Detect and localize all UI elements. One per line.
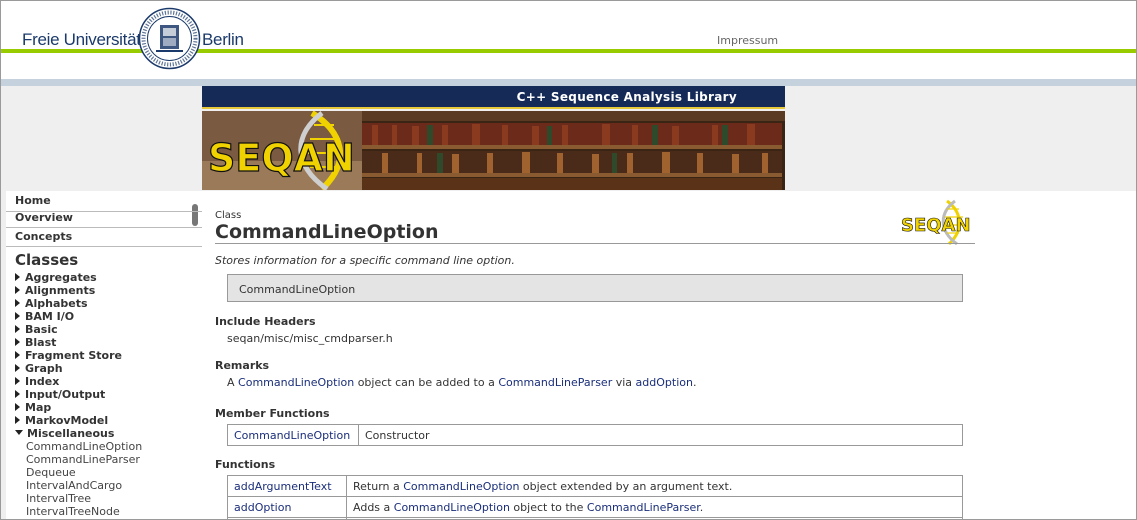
university-seal-icon[interactable] — [138, 7, 201, 70]
member-function-link[interactable]: CommandLineOption — [234, 429, 350, 442]
seqan-logo-text: SEQAN — [208, 136, 355, 180]
expand-triangle-icon — [15, 364, 20, 372]
function-desc-cell: Adds a CommandLineOption object to the C… — [346, 496, 963, 518]
function-name-cell: addOption — [227, 496, 347, 518]
browser-frame: Freie Universität Berlin Impressum C++ S… — [0, 0, 1137, 520]
page-kind-label: Class — [215, 210, 242, 221]
seqan-small-logo-text: SEQAN — [901, 215, 971, 236]
sidebar-navigation: Home Overview Concepts Classes Aggregate… — [6, 191, 202, 519]
expand-triangle-icon — [15, 390, 20, 398]
seqan-logo-icon: SEQAN — [901, 199, 971, 245]
remarks-heading: Remarks — [215, 359, 270, 372]
class-description: Stores information for a specific comman… — [215, 254, 515, 267]
expand-triangle-icon — [15, 338, 20, 346]
sidebar-subitem-intervaltree[interactable]: IntervalTree — [26, 492, 91, 505]
expand-triangle-icon — [15, 312, 20, 320]
table-row: addOption Adds a CommandLineOption objec… — [227, 496, 963, 518]
sidebar-subitem-intervalandcargo[interactable]: IntervalAndCargo — [26, 479, 122, 492]
class-signature-box: CommandLineOption — [227, 274, 963, 302]
sidebar-subitem-intervaltreenode[interactable]: IntervalTreeNode — [26, 505, 120, 518]
page-title: CommandLineOption — [215, 221, 439, 243]
sidebar-class-input-output[interactable]: Input/Output — [15, 388, 105, 401]
library-bookshelf-image: SEQAN — [202, 111, 785, 190]
university-name-right[interactable]: Berlin — [202, 30, 244, 50]
expand-triangle-icon — [15, 273, 20, 281]
sidebar-subitem-commandlineparser[interactable]: CommandLineParser — [26, 453, 140, 466]
sidebar-class-blast[interactable]: Blast — [15, 336, 56, 349]
sidebar-heading-classes: Classes — [15, 251, 79, 269]
link-commandlineparser[interactable]: CommandLineParser — [498, 376, 612, 389]
sidebar-item-concepts[interactable]: Concepts — [15, 230, 72, 243]
member-functions-table: CommandLineOption Constructor — [227, 424, 963, 446]
sidebar-class-alphabets[interactable]: Alphabets — [15, 297, 88, 310]
sidebar-class-index[interactable]: Index — [15, 375, 59, 388]
table-row: addArgumentText Return a CommandLineOpti… — [227, 475, 963, 497]
impressum-link[interactable]: Impressum — [717, 34, 778, 47]
sidebar-class-map[interactable]: Map — [15, 401, 51, 414]
sidebar-subitem-commandlineoption[interactable]: CommandLineOption — [26, 440, 142, 453]
expand-triangle-icon — [15, 377, 20, 385]
sidebar-class-graph[interactable]: Graph — [15, 362, 63, 375]
sidebar-class-miscellaneous[interactable]: Miscellaneous — [15, 427, 114, 440]
sidebar-item-overview[interactable]: Overview — [15, 211, 73, 224]
functions-heading: Functions — [215, 458, 276, 471]
sidebar-class-alignments[interactable]: Alignments — [15, 284, 95, 297]
function-desc-cell: Constructor — [358, 424, 963, 446]
link-addoption[interactable]: addOption — [636, 376, 693, 389]
header-blue-rule — [1, 79, 1136, 86]
expand-triangle-icon — [15, 286, 20, 294]
link-commandlineoption[interactable]: CommandLineOption — [403, 480, 519, 493]
expand-triangle-icon — [15, 299, 20, 307]
table-row: CommandLineOption Constructor — [227, 424, 963, 446]
sidebar-class-fragment-store[interactable]: Fragment Store — [15, 349, 122, 362]
sidebar-item-home[interactable]: Home — [15, 194, 51, 207]
banner-title-bar: C++ Sequence Analysis Library — [202, 86, 785, 109]
collapse-triangle-icon — [15, 430, 23, 435]
remarks-text: A CommandLineOption object can be added … — [227, 376, 697, 389]
expand-triangle-icon — [15, 351, 20, 359]
title-divider — [215, 243, 975, 244]
function-link-addoption[interactable]: addOption — [234, 501, 291, 514]
link-commandlineparser[interactable]: CommandLineParser — [587, 501, 700, 514]
sidebar-class-aggregates[interactable]: Aggregates — [15, 271, 97, 284]
university-header: Freie Universität Berlin Impressum — [1, 1, 1136, 87]
function-desc-cell: Return a CommandLineOption object extend… — [346, 475, 963, 497]
banner-title: C++ Sequence Analysis Library — [516, 90, 737, 104]
sidebar-scrollbar[interactable] — [192, 204, 198, 226]
sidebar-subitem-dequeue[interactable]: Dequeue — [26, 466, 76, 479]
expand-triangle-icon — [15, 403, 20, 411]
sidebar-class-markovmodel[interactable]: MarkovModel — [15, 414, 108, 427]
sidebar-class-bam-io[interactable]: BAM I/O — [15, 310, 74, 323]
university-name-left[interactable]: Freie Universität — [22, 30, 141, 50]
include-headers-heading: Include Headers — [215, 315, 316, 328]
function-link-addargumenttext[interactable]: addArgumentText — [234, 480, 332, 493]
functions-table: addArgumentText Return a CommandLineOpti… — [227, 475, 963, 519]
expand-triangle-icon — [15, 416, 20, 424]
sidebar-divider — [6, 227, 202, 228]
sidebar-divider — [6, 246, 202, 247]
link-commandlineoption[interactable]: CommandLineOption — [394, 501, 510, 514]
sidebar-class-basic[interactable]: Basic — [15, 323, 58, 336]
function-name-cell: addArgumentText — [227, 475, 347, 497]
seqan-banner: C++ Sequence Analysis Library SEQAN — [202, 86, 785, 190]
link-commandlineoption[interactable]: CommandLineOption — [238, 376, 354, 389]
function-name-cell: CommandLineOption — [227, 424, 359, 446]
expand-triangle-icon — [15, 325, 20, 333]
main-content: Class CommandLineOption SEQAN Stores inf… — [202, 191, 1136, 519]
include-header-path: seqan/misc/misc_cmdparser.h — [227, 332, 393, 345]
member-functions-heading: Member Functions — [215, 407, 330, 420]
